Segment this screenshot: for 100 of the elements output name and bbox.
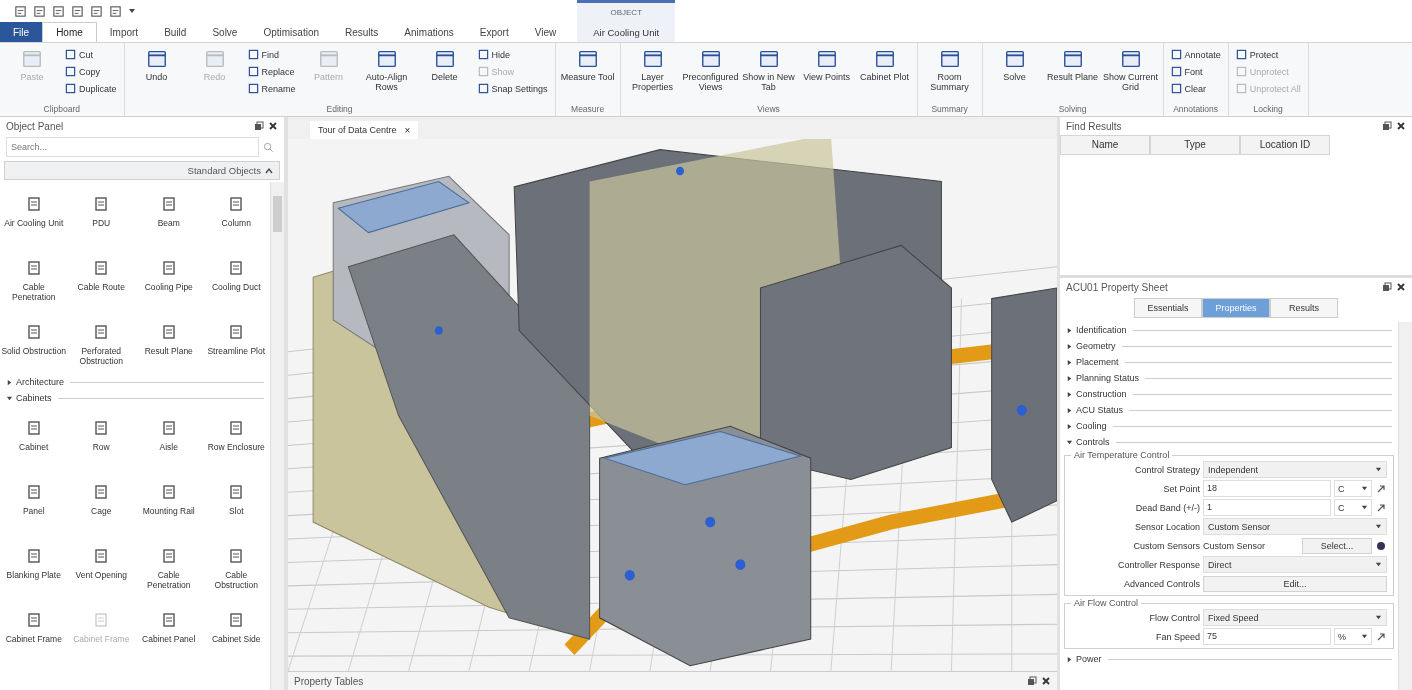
column-header[interactable]: Name xyxy=(1060,135,1150,155)
ribbon-button[interactable]: Replace xyxy=(244,63,299,80)
ribbon-button[interactable]: Result Plane xyxy=(1044,46,1101,82)
toolbar-icon[interactable] xyxy=(52,4,65,18)
object-tile[interactable]: Cooling Pipe xyxy=(135,246,203,310)
ribbon-button[interactable]: Annotate xyxy=(1167,46,1224,63)
ribbon-button[interactable]: Show Current Grid xyxy=(1102,46,1159,92)
ribbon-button[interactable]: Font xyxy=(1167,63,1224,80)
ribbon-tab[interactable]: Solve xyxy=(199,22,251,42)
document-tab[interactable]: Tour of Data Centre × xyxy=(310,121,419,139)
object-tile[interactable]: Streamline Plot xyxy=(202,310,270,374)
ribbon-tab[interactable]: Home xyxy=(42,22,97,42)
section-header[interactable]: Power xyxy=(1066,654,1102,664)
input-field[interactable]: 18 xyxy=(1203,480,1331,497)
toolbar-icon[interactable] xyxy=(90,4,103,18)
ribbon-button[interactable]: Cabinet Plot xyxy=(856,46,913,82)
object-tile[interactable]: Cable Penetration xyxy=(135,534,203,598)
dropdown[interactable]: Custom Sensor xyxy=(1203,518,1387,535)
close-icon[interactable] xyxy=(1396,121,1406,131)
section-header[interactable]: Construction xyxy=(1066,389,1127,399)
object-tile[interactable]: Aisle xyxy=(135,406,203,470)
object-tile[interactable]: Cabinet Frame xyxy=(0,598,68,662)
float-icon[interactable] xyxy=(1382,121,1392,131)
ribbon-button[interactable]: Find xyxy=(244,46,299,63)
ribbon-tab[interactable]: Air Cooling Unit xyxy=(589,23,664,41)
search-field[interactable]: Search... xyxy=(6,137,259,157)
object-tile[interactable]: Result Plane xyxy=(135,310,203,374)
object-tile[interactable]: Blanking Plate xyxy=(0,534,68,598)
link-icon[interactable] xyxy=(1375,630,1387,643)
ribbon-button[interactable]: Show in New Tab xyxy=(740,46,797,92)
unit-dropdown[interactable]: C xyxy=(1334,480,1372,497)
object-tile[interactable]: Cable Penetration xyxy=(0,246,68,310)
section-header[interactable]: Planning Status xyxy=(1066,373,1140,383)
ribbon-button[interactable]: Cut xyxy=(62,46,120,63)
object-tile[interactable]: Beam xyxy=(135,182,203,246)
object-tile[interactable]: PDU xyxy=(67,182,135,246)
object-tile[interactable]: Cabinet Side xyxy=(202,598,270,662)
ribbon-tab[interactable]: Export xyxy=(466,22,522,42)
section-header[interactable]: Identification xyxy=(1066,325,1127,335)
ribbon-tab[interactable]: Animations xyxy=(391,22,467,42)
object-tile[interactable]: Cooling Duct xyxy=(202,246,270,310)
ribbon-button[interactable]: Layer Properties xyxy=(624,46,681,92)
library-dropdown[interactable]: Standard Objects xyxy=(4,161,280,180)
ribbon-tab[interactable]: File xyxy=(0,22,43,42)
sensor-icon[interactable] xyxy=(1375,539,1387,552)
toolbar-icon[interactable] xyxy=(33,4,46,18)
input-field[interactable]: 1 xyxy=(1203,499,1331,516)
object-tile[interactable]: Mounting Rail xyxy=(135,470,203,534)
object-tile[interactable]: Cable Obstruction xyxy=(202,534,270,598)
ribbon-button[interactable]: Duplicate xyxy=(62,80,120,97)
float-icon[interactable] xyxy=(1027,676,1037,686)
scrollbar[interactable] xyxy=(1398,322,1412,690)
float-icon[interactable] xyxy=(1382,282,1392,292)
close-icon[interactable] xyxy=(1396,282,1406,292)
ribbon-button[interactable]: Solve xyxy=(986,46,1043,82)
object-tile[interactable]: Column xyxy=(202,182,270,246)
object-tile[interactable]: Panel xyxy=(0,470,68,534)
object-tile[interactable]: Row Enclosure xyxy=(202,406,270,470)
object-tile[interactable]: Cabinet xyxy=(0,406,68,470)
object-tile[interactable]: Cable Route xyxy=(67,246,135,310)
section-header[interactable]: Architecture xyxy=(6,377,65,387)
link-icon[interactable] xyxy=(1375,501,1387,514)
ribbon-tab[interactable]: View xyxy=(521,22,570,42)
unit-dropdown[interactable]: % xyxy=(1334,628,1372,645)
object-tile[interactable]: Row xyxy=(67,406,135,470)
column-header[interactable]: Location ID xyxy=(1240,135,1330,155)
dropdown[interactable]: Direct xyxy=(1203,556,1387,573)
object-tile[interactable]: Solid Obstruction xyxy=(0,310,68,374)
toolbar-icon[interactable] xyxy=(14,4,27,18)
section-header[interactable]: Controls xyxy=(1066,437,1110,447)
ribbon-button[interactable]: Delete xyxy=(416,46,473,82)
toolbar-icon[interactable] xyxy=(109,4,122,18)
ribbon-button[interactable]: View Points xyxy=(798,46,855,82)
section-header[interactable]: Geometry xyxy=(1066,341,1116,351)
object-tile[interactable]: Vent Opening xyxy=(67,534,135,598)
ribbon-button[interactable]: Rename xyxy=(244,80,299,97)
ribbon-button[interactable]: Hide xyxy=(474,46,551,63)
ribbon-tab[interactable]: Import xyxy=(96,22,152,42)
float-icon[interactable] xyxy=(254,121,264,131)
sheet-tab[interactable]: Essentials xyxy=(1134,298,1202,318)
link-icon[interactable] xyxy=(1375,482,1387,495)
ribbon-button[interactable]: Copy xyxy=(62,63,120,80)
dropdown[interactable]: Independent xyxy=(1203,461,1387,478)
ribbon-button[interactable]: Undo xyxy=(128,46,185,82)
ribbon-button[interactable]: Preconfigured Views xyxy=(682,46,739,92)
edit-button[interactable]: Edit... xyxy=(1203,575,1387,592)
ribbon-button[interactable]: Room Summary xyxy=(921,46,978,92)
section-header[interactable]: Cabinets xyxy=(6,393,52,403)
unit-dropdown[interactable]: C xyxy=(1334,499,1372,516)
ribbon-tab[interactable]: Optimisation xyxy=(250,22,332,42)
ribbon-tab[interactable]: Results xyxy=(332,22,392,42)
scrollbar[interactable] xyxy=(270,182,284,690)
object-tile[interactable]: Cabinet Panel xyxy=(135,598,203,662)
object-tile[interactable]: Air Cooling Unit xyxy=(0,182,68,246)
input-field[interactable]: 75 xyxy=(1203,628,1331,645)
close-icon[interactable]: × xyxy=(404,124,411,136)
toolbar-icon[interactable] xyxy=(71,4,84,18)
ribbon-tab[interactable]: Build xyxy=(151,22,200,42)
close-icon[interactable] xyxy=(268,121,278,131)
ribbon-button[interactable]: Clear xyxy=(1167,80,1224,97)
